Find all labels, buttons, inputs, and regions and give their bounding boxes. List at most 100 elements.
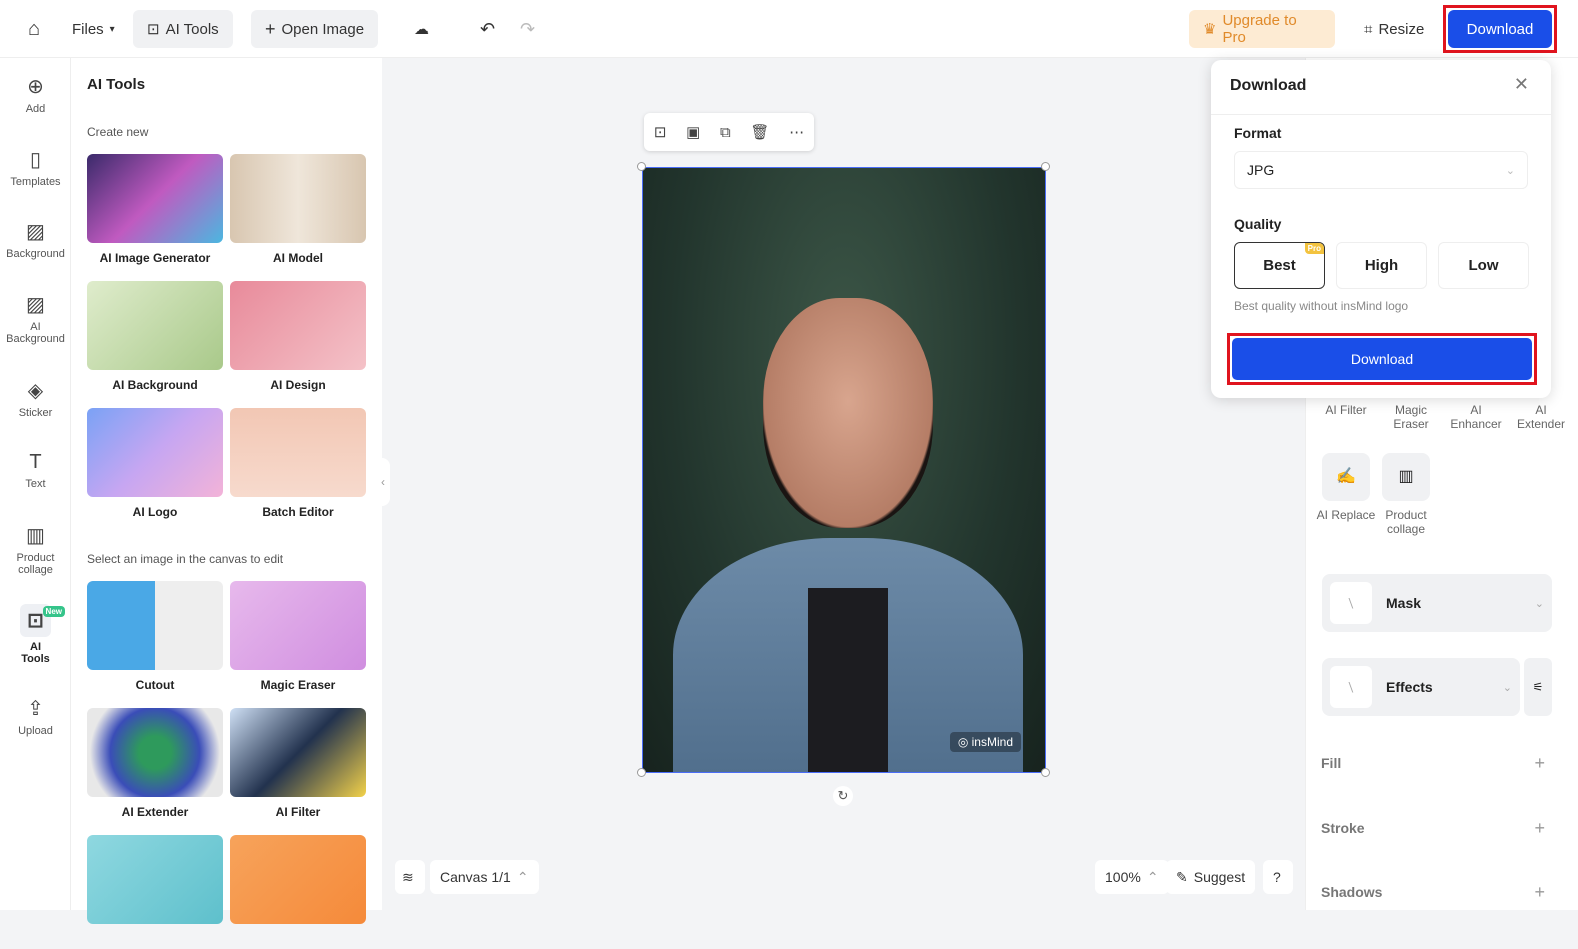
plus-icon[interactable]: + — [1534, 753, 1545, 774]
canvas-selector[interactable]: Canvas 1/1 ⌃ — [430, 860, 539, 894]
rail-label: Add — [25, 103, 46, 115]
ai-replace-button[interactable]: ✍ — [1322, 453, 1370, 501]
tool-ai-enhancer[interactable]: AI Enhancer — [1446, 403, 1506, 431]
suggest-button[interactable]: ✎ Suggest — [1166, 860, 1256, 894]
tool-batch-editor[interactable]: Batch Editor — [230, 408, 366, 522]
tool-ai-model[interactable]: AI Model — [230, 154, 366, 268]
tool-thumbnail-more[interactable] — [230, 835, 366, 949]
undo-button[interactable]: ↶ — [466, 10, 509, 48]
files-menu[interactable]: Files ▾ — [58, 10, 129, 48]
home-button[interactable]: ⌂ — [14, 10, 54, 48]
watermark-label: insMind — [971, 735, 1013, 749]
tool-magic-eraser[interactable]: Magic Eraser — [230, 581, 366, 695]
tool-cutout[interactable]: Cutout — [87, 581, 223, 695]
format-label: Format — [1234, 125, 1282, 141]
quality-label: Quality — [1234, 216, 1282, 232]
tool-label: AI Design — [270, 378, 326, 392]
quality-high-label: High — [1364, 257, 1399, 274]
plus-icon[interactable]: + — [1534, 818, 1545, 839]
upgrade-button[interactable]: ♛ Upgrade to Pro — [1189, 10, 1335, 48]
quality-low-label: Low — [1468, 257, 1499, 274]
rail-ai-tools[interactable]: ⊡ AI Tools New — [8, 604, 65, 665]
plus-icon[interactable]: + — [1534, 882, 1545, 903]
download-popover: Download ✕ Format JPG ⌄ Quality Best Pro H… — [1211, 60, 1551, 398]
format-select[interactable]: JPG ⌄ — [1234, 151, 1528, 189]
shadows-section[interactable]: Shadows + — [1321, 882, 1553, 903]
tool-label: AI Image Generator — [99, 251, 211, 265]
tool-ai-extender[interactable]: AI Extender — [1511, 403, 1571, 431]
tool-ai-filter[interactable]: AI Filter — [230, 708, 366, 822]
quality-best[interactable]: Best Pro — [1234, 242, 1325, 289]
zoom-selector[interactable]: 100% ⌃ — [1095, 860, 1169, 894]
rail-background[interactable]: ▨ Background — [0, 219, 71, 260]
ai-tools-button[interactable]: ⊡ AI Tools — [133, 10, 233, 48]
tool-ai-image-generator[interactable]: AI Image Generator — [87, 154, 223, 268]
rail-ai-background[interactable]: ▨ AI Background — [0, 292, 71, 345]
rotate-icon: ↻ — [837, 788, 849, 803]
tool-magic-eraser[interactable]: Magic Eraser — [1381, 403, 1441, 431]
duplicate-icon[interactable]: ⧉ — [720, 124, 731, 141]
rotate-handle[interactable]: ↻ — [833, 786, 853, 806]
redo-button[interactable]: ↷ — [506, 10, 549, 48]
canvas-image[interactable]: ◎ insMind — [642, 167, 1046, 773]
create-new-heading: Create new — [87, 125, 149, 139]
quality-best-label: Best — [1263, 257, 1296, 274]
confirm-download-button[interactable]: Download — [1232, 338, 1532, 380]
tool-ai-filter[interactable]: AI Filter — [1316, 403, 1376, 431]
open-image-button[interactable]: + Open Image — [251, 10, 379, 48]
suggest-icon: ✎ — [1176, 868, 1188, 885]
tool-ai-background[interactable]: AI Background — [87, 281, 223, 395]
help-button[interactable]: ? — [1263, 860, 1293, 894]
resize-handle[interactable] — [1041, 768, 1050, 777]
ai-icon[interactable]: ⊡ — [654, 123, 667, 141]
rail-upload[interactable]: ⇪ Upload — [0, 696, 71, 737]
effects-settings-button[interactable]: ⚟ — [1524, 658, 1552, 716]
chevron-down-icon: ⌄ — [1502, 681, 1512, 694]
trash-icon[interactable]: 🗑 — [750, 123, 769, 141]
frame-icon[interactable]: ▣ — [686, 123, 700, 141]
layers-button[interactable]: ≋ — [395, 860, 425, 894]
more-icon[interactable]: ⋯ — [789, 123, 804, 141]
stroke-section[interactable]: Stroke + — [1321, 818, 1553, 839]
tool-thumbnail-more[interactable] — [87, 835, 223, 949]
effects-dropdown[interactable]: ﹨ Effects ⌄ — [1322, 658, 1520, 716]
canvas-label: Canvas 1/1 — [440, 869, 511, 885]
resize-handle[interactable] — [1041, 162, 1050, 171]
rail-sticker[interactable]: ◈ Sticker — [0, 378, 71, 419]
pro-badge: Pro — [1304, 243, 1324, 254]
rail-add[interactable]: ⊕ Add — [0, 74, 71, 115]
left-rail: ⊕ Add ▯ Templates ▨ Background ▨ AI Backgrou… — [0, 58, 71, 910]
mask-dropdown[interactable]: ﹨ Mask ⌄ — [1322, 574, 1552, 632]
sliders-icon: ⚟ — [1532, 680, 1544, 694]
rail-templates[interactable]: ▯ Templates — [0, 147, 71, 188]
resize-handle[interactable] — [637, 162, 646, 171]
fill-section[interactable]: Fill + — [1321, 753, 1553, 774]
ai-replace-label: AI Replace — [1316, 508, 1376, 522]
quality-hint: Best quality without insMind logo — [1234, 299, 1409, 313]
tool-ai-logo[interactable]: AI Logo — [87, 408, 223, 522]
shadows-label: Shadows — [1321, 884, 1383, 900]
chevron-up-icon: ⌃ — [1146, 868, 1159, 885]
ai-icon: ⊡ — [147, 21, 160, 38]
chevron-down-icon: ⌄ — [1505, 164, 1515, 177]
chevron-up-icon: ⌃ — [516, 868, 529, 885]
none-icon: ﹨ — [1330, 582, 1372, 624]
cloud-save-button[interactable]: ☁ — [400, 10, 443, 48]
resize-handle[interactable] — [637, 768, 646, 777]
tool-ai-extender[interactable]: AI Extender — [87, 708, 223, 822]
rail-product-collage[interactable]: ▥ Product collage — [0, 523, 71, 576]
product-collage-button[interactable]: ▥ — [1382, 453, 1430, 501]
close-icon[interactable]: ✕ — [1514, 74, 1529, 95]
crown-icon: ♛ — [1203, 21, 1217, 38]
quality-low[interactable]: Low — [1438, 242, 1529, 289]
tool-ai-design[interactable]: AI Design — [230, 281, 366, 395]
resize-button[interactable]: ⌗ Resize — [1350, 10, 1438, 48]
tool-label: Batch Editor — [262, 505, 334, 519]
rail-text[interactable]: T Text — [0, 451, 71, 490]
quality-high[interactable]: High — [1336, 242, 1427, 289]
open-image-label: Open Image — [281, 20, 365, 38]
collapse-panel-button[interactable]: ‹ — [376, 458, 390, 506]
download-button[interactable]: Download — [1448, 10, 1552, 48]
tool-thumbnail — [87, 154, 223, 243]
tool-thumbnail — [230, 154, 366, 243]
